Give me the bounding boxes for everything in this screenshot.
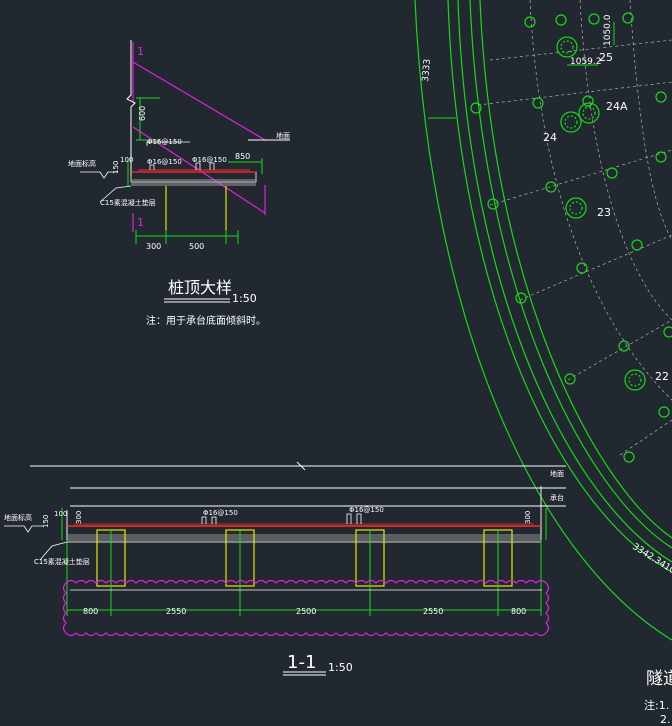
detail-section-mark-top: 1: [137, 45, 144, 58]
section-dim-left-100: 100: [54, 510, 67, 518]
plan-corner-note-2: 2.: [660, 713, 671, 726]
plan-node: [588, 13, 600, 25]
section-rebar-a-text: Φ16@150: [203, 509, 238, 517]
detail-pile: [165, 186, 227, 230]
plan-node: [658, 406, 670, 418]
plan-corner-note: 注:1.: [644, 698, 669, 712]
section-dim-2550-left: 2550: [166, 607, 186, 616]
plan-pile-label-25: 25: [599, 51, 613, 64]
plan-dim-top-text: 1050.0: [603, 14, 613, 46]
detail-break-line: [126, 40, 136, 175]
detail-rebar-top: Φ16@150: [147, 138, 182, 146]
plan-grid-arc-2: [579, 0, 672, 321]
plan-pile-label-22: 22: [655, 370, 669, 383]
plan-node: [606, 167, 618, 179]
plan-dim-mid-text: 1059.2: [570, 57, 602, 67]
plan-node: [470, 102, 482, 114]
plan-grid-arc-3: [629, 0, 672, 241]
plan-node: [555, 14, 567, 26]
plan-node: [576, 262, 588, 274]
section-rebar-mark-b: [346, 513, 352, 524]
plan-pile-24a: [560, 102, 600, 133]
detail-slope-line-1: [132, 61, 266, 141]
plan-pile-23: [565, 197, 587, 219]
plan-arc-2: [447, 0, 672, 573]
plan-node: [515, 292, 527, 304]
section-rebar-mark-a: [201, 516, 207, 524]
detail-title: 桩顶大样: [168, 278, 232, 297]
detail-pile-cap: [130, 169, 257, 186]
detail-dim-100-text: 100: [120, 156, 133, 164]
detail-dim-850-text: 850: [235, 152, 250, 161]
plan-corner-title: 隧道: [646, 669, 672, 689]
plan-radial-2: [477, 81, 672, 106]
section-cushion-label: C15素混凝土垫层: [34, 557, 90, 566]
plan-node: [487, 198, 499, 210]
section-dim-2550-right: 2550: [423, 607, 443, 616]
plan-node: [623, 451, 635, 463]
detail-rebar-b: Φ16@150: [192, 156, 227, 164]
plan-radial-3: [489, 149, 672, 206]
plan-pile-22: [624, 369, 646, 391]
plan-view: 3333 1050.0 1059.2 25 24A 24 23 22 3342.…: [414, 0, 672, 726]
section-dim-2500: 2500: [296, 607, 316, 616]
plan-arc-5: [479, 0, 672, 539]
section-slab: [66, 523, 542, 543]
detail-note: 注：用于承台底面倾斜时。: [146, 314, 266, 327]
pile-top-detail: 1 1 地面 Φ16@150 Φ16@150 Φ16@150 600 100 1…: [68, 40, 290, 327]
section-ground-marker: [4, 525, 44, 533]
section-scale: 1:50: [328, 661, 353, 674]
plan-pile-label-24a: 24A: [606, 100, 628, 113]
plan-node: [545, 181, 557, 193]
plan-radial-4: [519, 234, 672, 301]
section-dim-right-300: 300: [524, 511, 532, 524]
detail-scale: 1:50: [232, 292, 257, 305]
cad-drawing-canvas: 3333 1050.0 1059.2 25 24A 24 23 22 3342.…: [0, 0, 672, 726]
section-ground-label: 地面标高: [4, 513, 32, 522]
section-1-1: 地面 承台 Φ16@150 Φ16@150 地面标高 C15素混凝土垫层 100…: [4, 461, 566, 676]
section-dim-left-300: 300: [75, 511, 83, 524]
detail-level-mark: 地面: [276, 131, 290, 140]
detail-section-mark-bottom: 1: [137, 216, 144, 229]
detail-dim-500-text: 500: [189, 242, 204, 251]
plan-dim-left-text: 3333: [421, 59, 433, 83]
section-rebar-b-text: Φ16@150: [349, 506, 384, 514]
section-mark-bottom: 承台: [550, 493, 564, 502]
section-mark-top: 地面: [550, 469, 564, 478]
plan-node: [631, 239, 643, 251]
plan-pile-label-24: 24: [543, 131, 557, 144]
detail-dim-300-text: 300: [146, 242, 161, 251]
plan-radial-6: [619, 419, 672, 456]
plan-pile-25: [556, 36, 578, 58]
plan-node: [663, 326, 672, 338]
plan-node: [622, 12, 634, 24]
detail-cushion-label: C15素混凝土垫层: [100, 198, 156, 207]
cad-drawing: 3333 1050.0 1059.2 25 24A 24 23 22 3342.…: [4, 0, 672, 726]
section-dim-left-150: 150: [42, 515, 50, 528]
plan-pile-label-23: 23: [597, 206, 611, 219]
detail-dim-600-text: 600: [138, 106, 147, 121]
detail-ground-label: 地面标高: [68, 159, 96, 168]
section-title: 1-1: [287, 652, 316, 673]
plan-node: [655, 91, 667, 103]
plan-node: [655, 151, 667, 163]
detail-rebar-a: Φ16@150: [147, 158, 182, 166]
plan-node: [524, 16, 536, 28]
section-dim-800-right: 800: [511, 607, 526, 616]
plan-node: [532, 97, 544, 109]
section-dim-800-left: 800: [83, 607, 98, 616]
